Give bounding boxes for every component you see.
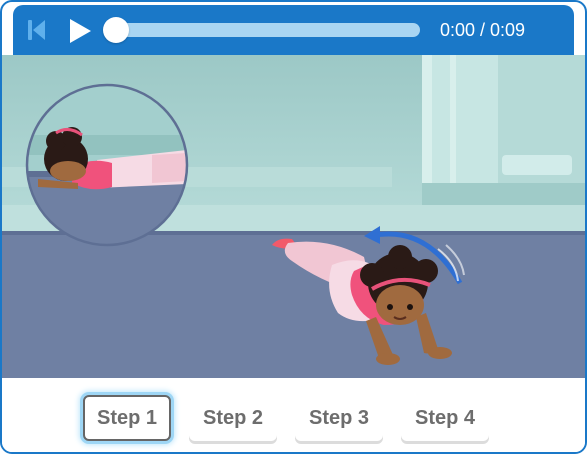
step-1-button[interactable]: Step 1 <box>83 395 171 441</box>
play-button[interactable] <box>67 18 93 44</box>
video-player-frame: 0:00 / 0:09 Step 1 Step 2 Step 3 Step 4 <box>0 0 587 454</box>
step-selector: Step 1 Step 2 Step 3 Step 4 <box>2 378 585 452</box>
animation-scene <box>2 55 585 378</box>
seek-bar[interactable] <box>103 17 420 43</box>
skip-back-icon <box>28 20 45 40</box>
scene-window <box>422 55 585 205</box>
step-3-button[interactable]: Step 3 <box>295 395 383 441</box>
play-icon <box>70 19 91 43</box>
step-4-button[interactable]: Step 4 <box>401 395 489 441</box>
step-2-button[interactable]: Step 2 <box>189 395 277 441</box>
time-display: 0:00 / 0:09 <box>440 20 526 40</box>
skip-back-button[interactable] <box>27 19 47 41</box>
player-control-bar: 0:00 / 0:09 <box>13 5 574 55</box>
scene-sill <box>422 183 585 205</box>
seek-knob[interactable] <box>103 17 129 43</box>
